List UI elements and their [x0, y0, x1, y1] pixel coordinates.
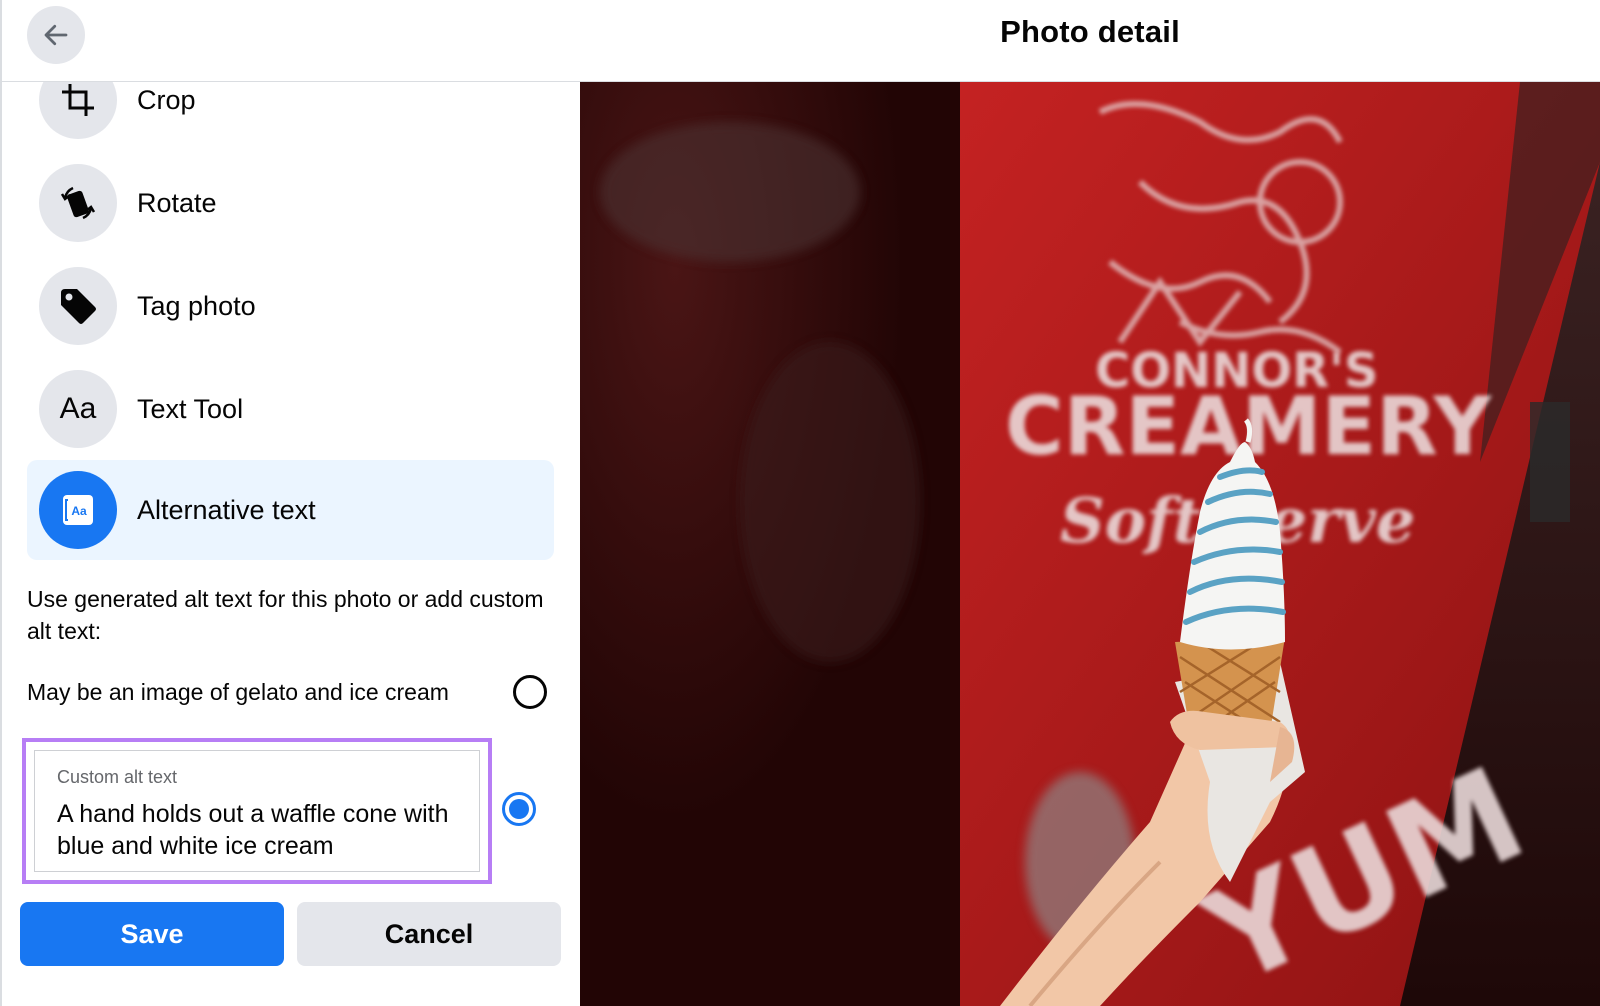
arrow-left-icon: [44, 24, 68, 46]
generated-alt-radio[interactable]: [513, 675, 547, 709]
custom-alt-text-highlight: Custom alt text A hand holds out a waffl…: [22, 738, 492, 884]
custom-alt-text-field[interactable]: Custom alt text A hand holds out a waffl…: [34, 750, 480, 872]
page-title: Photo detail: [1000, 14, 1180, 49]
tool-label: Alternative text: [137, 494, 316, 525]
text-tool-icon: Aa: [39, 370, 117, 448]
custom-alt-text-value[interactable]: A hand holds out a waffle cone with blue…: [57, 798, 477, 862]
tool-label: Tag photo: [137, 290, 256, 321]
generated-alt-option[interactable]: May be an image of gelato and ice cream: [27, 672, 547, 712]
tag-icon: [39, 267, 117, 345]
text-tool-glyph: Aa: [59, 392, 97, 425]
tool-tag-photo[interactable]: Tag photo: [27, 256, 554, 356]
custom-alt-text-label: Custom alt text: [57, 767, 178, 787]
rotate-icon: [39, 164, 117, 242]
alt-text-glyph: Aa: [71, 504, 87, 518]
edit-panel: Crop Rotate Tag photo Aa Text Tool Aa Al…: [0, 82, 580, 1006]
alt-text-icon: Aa: [39, 471, 117, 549]
top-bar: Photo detail: [0, 0, 1600, 82]
back-button[interactable]: [27, 6, 85, 64]
photo-preview: CONNOR'S CREAMERY Soft Serve YUM: [580, 82, 1600, 1006]
alt-text-description: Use generated alt text for this photo or…: [27, 586, 544, 644]
tool-label: Text Tool: [137, 393, 244, 424]
tool-rotate[interactable]: Rotate: [27, 153, 554, 253]
custom-alt-radio[interactable]: [502, 792, 536, 826]
crop-icon: [39, 82, 117, 139]
ice-cream-photo: CONNOR'S CREAMERY Soft Serve YUM: [580, 82, 1600, 1006]
tool-text[interactable]: Aa Text Tool: [27, 359, 554, 459]
generated-alt-text: May be an image of gelato and ice cream: [27, 678, 449, 705]
radio-selected-dot: [509, 799, 529, 819]
tool-label: Rotate: [137, 187, 217, 218]
panel-edge: [0, 0, 2, 1006]
tool-crop[interactable]: Crop: [27, 82, 554, 150]
save-button[interactable]: Save: [20, 902, 284, 966]
cancel-button[interactable]: Cancel: [297, 902, 561, 966]
tool-label: Crop: [137, 84, 196, 115]
tool-alternative-text[interactable]: Aa Alternative text: [27, 460, 554, 560]
